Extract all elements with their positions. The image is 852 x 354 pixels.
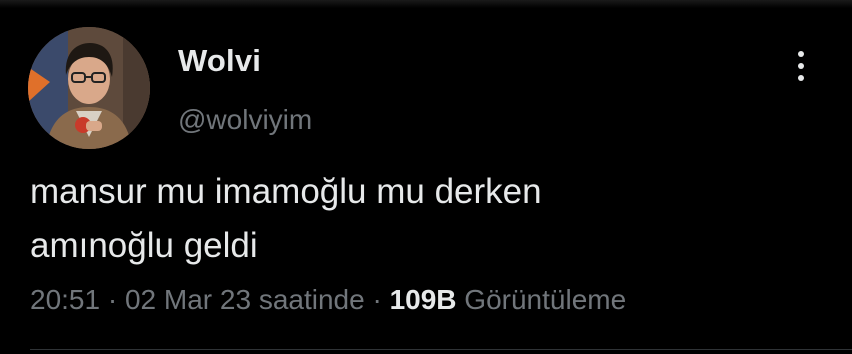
more-vertical-icon [798, 51, 804, 57]
meta-separator: · [372, 284, 382, 315]
more-vertical-icon-dot [798, 63, 804, 69]
views-label: Görüntüleme [464, 284, 627, 315]
more-options-button[interactable] [786, 44, 816, 88]
tweet-time[interactable]: 20:51 [30, 284, 100, 315]
views-count: 109B [389, 284, 457, 315]
tweet-text-line: amınoğlu geldi [30, 226, 258, 265]
tweet-text: mansur mu imamoğlu mu derken amınoğlu ge… [30, 165, 820, 273]
author-display-name[interactable]: Wolvi [178, 43, 261, 79]
author-handle[interactable]: @wolviyim [178, 104, 312, 136]
tweet-metadata: 20:51 · 02 Mar 23 saatinde · 109B Görünt… [30, 284, 626, 316]
tweet-date[interactable]: 02 Mar 23 saatinde [125, 284, 365, 315]
meta-separator: · [107, 284, 118, 315]
avatar[interactable] [28, 27, 150, 149]
user-avatar-icon [28, 27, 150, 149]
tweet: Wolvi @wolviyim mansur mu imamoğlu mu de… [0, 0, 852, 354]
tweet-text-line: mansur mu imamoğlu mu derken [30, 172, 542, 211]
divider [30, 349, 852, 350]
more-vertical-icon-dot [798, 75, 804, 81]
